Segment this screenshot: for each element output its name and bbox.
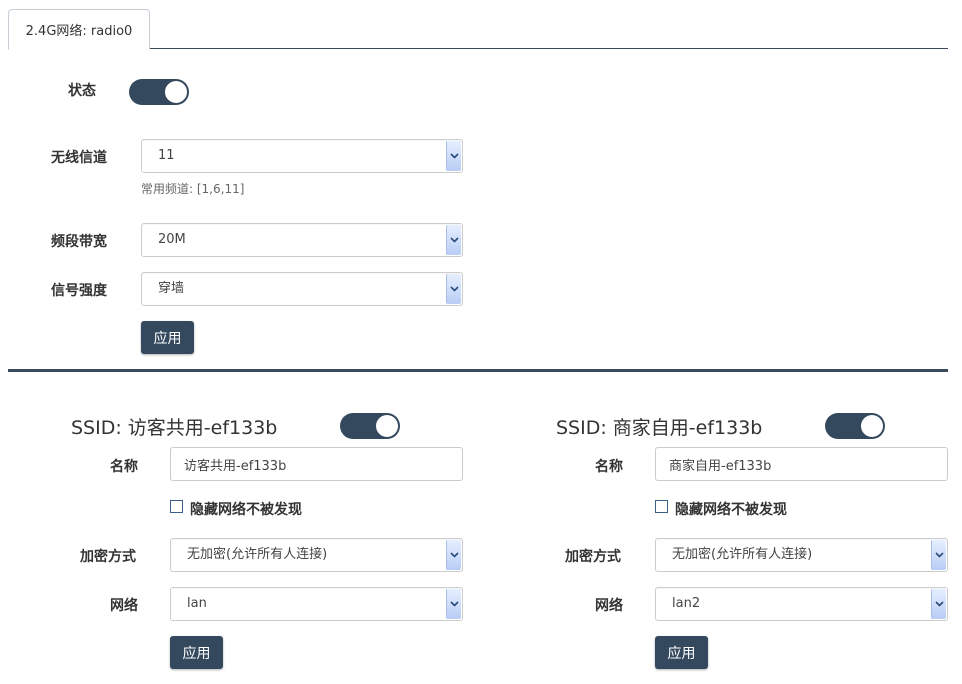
chevron-down-icon: [931, 540, 946, 570]
ssid-guest-encryption-select[interactable]: 无加密(允许所有人连接): [170, 538, 463, 572]
chevron-down-icon: [446, 589, 461, 619]
section-divider: [8, 369, 948, 372]
bandwidth-value: 20M: [158, 232, 186, 247]
ssid-guest-encryption-label: 加密方式: [80, 549, 136, 565]
ssid-merchant-network-label: 网络: [595, 598, 623, 614]
ssid-guest-network-select[interactable]: lan: [170, 587, 463, 621]
channel-value: 11: [158, 148, 175, 163]
ssid-merchant-name-input[interactable]: [655, 447, 948, 481]
ssid-merchant-network-select[interactable]: lan2: [655, 587, 948, 621]
ssid-merchant-encryption-label: 加密方式: [565, 549, 621, 565]
ssid-merchant-encryption-value: 无加密(允许所有人连接): [672, 547, 813, 562]
ssid-merchant-toggle[interactable]: [825, 413, 885, 439]
ssid-guest-name-input[interactable]: [170, 447, 463, 481]
power-value: 穿墙: [158, 281, 185, 296]
ssid-merchant-encryption-select[interactable]: 无加密(允许所有人连接): [655, 538, 948, 572]
ssid-merchant-hide-checkbox[interactable]: [655, 500, 668, 513]
chevron-down-icon: [446, 141, 461, 171]
channel-label: 无线信道: [51, 150, 107, 166]
ssid-guest-network-value: lan: [187, 596, 207, 611]
ssid-merchant-network-value: lan2: [672, 596, 701, 611]
ssid-guest-hide-label: 隐藏网络不被发现: [190, 502, 302, 518]
radio-apply-button[interactable]: 应用: [141, 321, 194, 354]
chevron-down-icon: [446, 274, 461, 304]
toggle-knob: [165, 81, 187, 103]
ssid-guest-toggle[interactable]: [340, 413, 400, 439]
toggle-knob: [376, 415, 398, 437]
channel-help-text: 常用频道: [1,6,11]: [141, 182, 245, 196]
ssid-guest-encryption-value: 无加密(允许所有人连接): [187, 547, 328, 562]
radio-status-toggle[interactable]: [129, 79, 189, 105]
channel-select[interactable]: 11: [141, 139, 463, 173]
status-label: 状态: [68, 83, 96, 99]
chevron-down-icon: [931, 589, 946, 619]
ssid-merchant-apply-button[interactable]: 应用: [655, 636, 708, 669]
tab-radio0[interactable]: 2.4G网络: radio0: [8, 9, 150, 50]
ssid-title-merchant: SSID: 商家自用-ef133b: [556, 417, 763, 439]
ssid-title-guest: SSID: 访客共用-ef133b: [71, 417, 278, 439]
ssid-guest-network-label: 网络: [110, 598, 138, 614]
bandwidth-label: 频段带宽: [51, 234, 107, 250]
ssid-merchant-name-label: 名称: [595, 459, 623, 475]
power-select[interactable]: 穿墙: [141, 272, 463, 306]
ssid-merchant-hide-label: 隐藏网络不被发现: [675, 502, 787, 518]
ssid-guest-name-label: 名称: [110, 459, 138, 475]
toggle-knob: [861, 415, 883, 437]
chevron-down-icon: [446, 225, 461, 255]
chevron-down-icon: [446, 540, 461, 570]
bandwidth-select[interactable]: 20M: [141, 223, 463, 257]
ssid-guest-hide-checkbox[interactable]: [170, 500, 183, 513]
power-label: 信号强度: [51, 283, 107, 299]
ssid-guest-apply-button[interactable]: 应用: [170, 636, 223, 669]
tab-bar: 2.4G网络: radio0: [8, 0, 948, 50]
